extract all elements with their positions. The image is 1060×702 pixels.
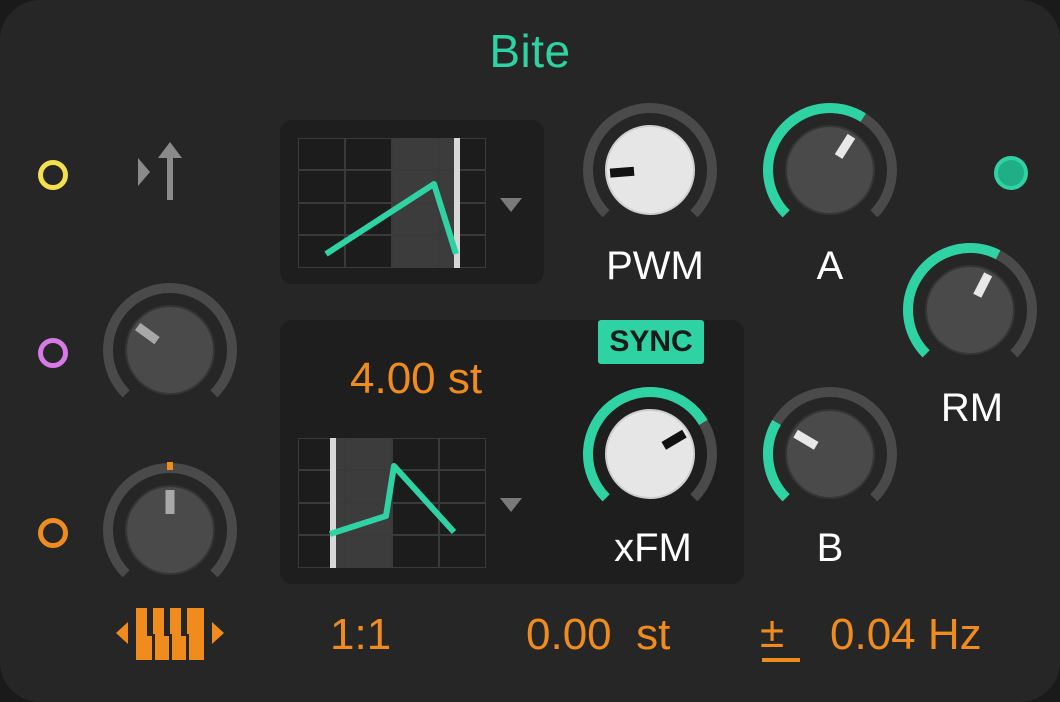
knob-body bbox=[125, 305, 215, 395]
waveshape-a-graph[interactable] bbox=[298, 138, 486, 268]
device-title: Bite bbox=[489, 25, 571, 77]
xfm-knob[interactable] bbox=[580, 384, 720, 524]
dropdown-arrow-icon[interactable] bbox=[498, 496, 524, 514]
trigger-arrow-icon[interactable] bbox=[132, 138, 192, 204]
frequency-value[interactable]: 0.04 Hz bbox=[830, 610, 982, 660]
pwm-label: PWM bbox=[606, 244, 704, 288]
pwm-knob[interactable] bbox=[580, 100, 720, 240]
mod-amount-knob[interactable] bbox=[100, 280, 240, 420]
knob-body bbox=[785, 125, 875, 215]
b-knob[interactable] bbox=[760, 384, 900, 524]
yellow-mod-port[interactable] bbox=[38, 160, 68, 190]
fine-tune-value[interactable]: 0.00 st bbox=[526, 610, 670, 660]
bite-device-panel: Bite 4.00 st SYNC PWM A RM xFM B 1:1 0.0… bbox=[0, 0, 1060, 702]
ratio-value[interactable]: 1:1 bbox=[330, 610, 391, 660]
knob-indicator bbox=[609, 166, 635, 178]
sync-button[interactable]: SYNC bbox=[598, 320, 704, 364]
rm-knob[interactable] bbox=[900, 240, 1040, 380]
keyboard-range-icon[interactable] bbox=[114, 604, 226, 662]
plus-minus-toggle[interactable]: ± bbox=[760, 608, 784, 658]
knob-body bbox=[785, 409, 875, 499]
xfm-label: xFM bbox=[614, 526, 692, 570]
a-label: A bbox=[816, 244, 844, 288]
waveshape-a-box bbox=[280, 120, 544, 284]
rm-label: RM bbox=[940, 386, 1004, 430]
knob-value-arc bbox=[763, 419, 790, 502]
purple-mod-port[interactable] bbox=[38, 338, 68, 368]
orange-mod-port[interactable] bbox=[38, 518, 68, 548]
b-label: B bbox=[816, 526, 844, 570]
a-knob[interactable] bbox=[760, 100, 900, 240]
keytrack-marker bbox=[167, 462, 173, 470]
pitch-value[interactable]: 4.00 st bbox=[350, 354, 482, 404]
dropdown-arrow-icon[interactable] bbox=[498, 196, 524, 214]
keytrack-knob[interactable] bbox=[100, 460, 240, 600]
knob-body bbox=[605, 409, 695, 499]
active-indicator[interactable] bbox=[994, 156, 1028, 190]
plus-minus-underline bbox=[762, 658, 800, 662]
knob-body bbox=[925, 265, 1015, 355]
waveshape-b-graph[interactable] bbox=[298, 438, 486, 568]
